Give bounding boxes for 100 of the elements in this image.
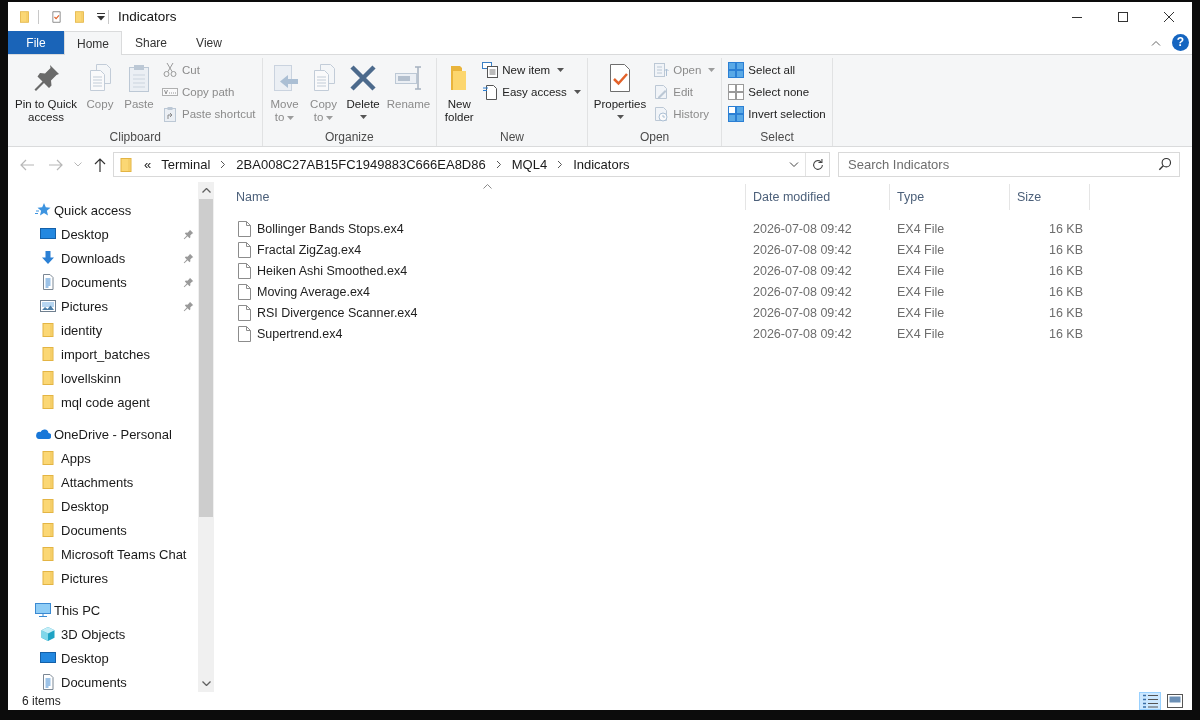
column-header[interactable]: Name xyxy=(229,184,746,210)
help-button[interactable]: ? xyxy=(1172,34,1189,51)
chevron-right-icon[interactable] xyxy=(557,160,564,169)
document-icon xyxy=(40,274,56,290)
folder-icon xyxy=(40,322,56,338)
sidebar-item[interactable]: identity xyxy=(61,322,103,338)
file-row[interactable]: Fractal ZigZag.ex4 2026-07-08 09:42 EX4 File 16 KB xyxy=(229,239,1192,260)
sidebar-item[interactable]: mql code agent xyxy=(61,394,150,410)
breadcrumb-overflow[interactable]: « xyxy=(142,157,154,172)
scissors-icon xyxy=(162,62,178,78)
ribbon-button[interactable]: Pin to Quick access xyxy=(12,59,80,124)
scrollbar[interactable] xyxy=(198,182,214,692)
file-row[interactable]: Supertrend.ex4 2026-07-08 09:42 EX4 File 16 KB xyxy=(229,323,1192,344)
file-icon xyxy=(238,325,251,342)
breadcrumb[interactable]: 2BA008C27AB15FC1949883C666EA8D86 xyxy=(232,157,490,172)
file-row[interactable]: Moving Average.ex4 2026-07-08 09:42 EX4 File 16 KB xyxy=(229,281,1192,302)
file-name: RSI Divergence Scanner.ex4 xyxy=(257,305,418,320)
file-size: 16 KB xyxy=(1048,284,1083,299)
folder-icon xyxy=(40,474,56,490)
ribbon-button[interactable]: New folder xyxy=(440,59,479,124)
ribbon-button[interactable]: Properties xyxy=(590,59,650,119)
sidebar-item[interactable]: Desktop xyxy=(61,498,109,514)
column-header[interactable]: Size xyxy=(1010,184,1090,210)
close-icon xyxy=(1164,11,1174,22)
date-modified: 2026-07-08 09:42 xyxy=(753,305,852,320)
ribbon-tab[interactable]: View xyxy=(180,31,238,54)
group-label: Select xyxy=(759,129,795,146)
folder-icon xyxy=(40,498,56,514)
folder-icon[interactable] xyxy=(73,8,86,25)
folder-icon xyxy=(40,394,56,410)
details-view-button[interactable] xyxy=(1139,692,1161,710)
sidebar-item[interactable]: 3D Objects xyxy=(61,626,126,642)
folder-icon xyxy=(40,570,56,586)
grid-icon xyxy=(728,62,745,78)
sidebar-item[interactable]: Downloads xyxy=(61,250,126,266)
file-size: 16 KB xyxy=(1048,242,1083,257)
chevron-down-icon[interactable] xyxy=(789,161,799,168)
address-bar[interactable]: « Terminal 2BA008C27AB15FC1949883C666EA8D86 MQL4 Indicators xyxy=(113,152,830,177)
half-grid-icon xyxy=(728,106,745,122)
ribbon-button[interactable]: Easy access xyxy=(479,81,584,103)
sidebar-item[interactable]: Documents xyxy=(61,274,127,290)
file-name: Moving Average.ex4 xyxy=(257,284,371,299)
ribbon-button[interactable]: Delete xyxy=(343,59,383,119)
ribbon-button[interactable]: Invert selection xyxy=(725,103,829,125)
checked-page-icon[interactable] xyxy=(50,8,63,25)
sidebar-item[interactable]: OneDrive - Personal xyxy=(54,426,172,442)
folder-icon[interactable] xyxy=(18,8,31,25)
file-icon xyxy=(238,283,251,300)
sidebar-item[interactable]: Pictures xyxy=(61,570,108,586)
chevron-up-icon[interactable] xyxy=(201,188,211,193)
breadcrumb[interactable]: MQL4 xyxy=(507,157,552,172)
sidebar-item[interactable]: Documents xyxy=(61,522,127,538)
sidebar-item[interactable]: Pictures xyxy=(61,298,108,314)
cube-icon xyxy=(40,626,56,642)
folder-icon xyxy=(40,370,56,386)
file-row[interactable]: Heiken Ashi Smoothed.ex4 2026-07-08 09:42 EX4 File 16 KB xyxy=(229,260,1192,281)
sidebar-item[interactable]: import_batches xyxy=(61,346,150,362)
sidebar-item[interactable]: Attachments xyxy=(61,474,134,490)
sidebar-item[interactable]: Documents xyxy=(61,674,127,690)
sidebar-item[interactable]: Microsoft Teams Chat xyxy=(61,546,187,562)
chevron-right-icon[interactable] xyxy=(495,160,502,169)
column-header[interactable]: Type xyxy=(890,184,1010,210)
scrollbar-thumb[interactable] xyxy=(199,199,213,517)
file-type: EX4 File xyxy=(897,221,945,236)
chevron-down-icon[interactable] xyxy=(201,681,211,686)
date-modified: 2026-07-08 09:42 xyxy=(753,326,852,341)
file-row[interactable]: Bollinger Bands Stops.ex4 2026-07-08 09:42 EX4 File 16 KB xyxy=(229,218,1192,239)
ribbon-button[interactable]: Select none xyxy=(725,81,829,103)
arrow-down-icon xyxy=(40,250,56,266)
search-field[interactable]: Search Indicators xyxy=(838,152,1180,177)
file-row[interactable]: RSI Divergence Scanner.ex4 2026-07-08 09:42 EX4 File 16 KB xyxy=(229,302,1192,323)
sidebar-item[interactable]: lovellskinn xyxy=(61,370,121,386)
refresh-icon xyxy=(810,157,825,172)
clock-page-icon xyxy=(653,106,670,122)
ribbon-tab[interactable]: Home xyxy=(64,31,122,55)
monitor-icon xyxy=(40,226,56,242)
large-icons-view-button[interactable] xyxy=(1164,692,1186,710)
chevron-right-icon[interactable] xyxy=(220,160,227,169)
breadcrumb[interactable]: Terminal xyxy=(157,157,215,172)
page-arrow-icon xyxy=(653,62,670,78)
menu-tab[interactable]: File xyxy=(8,31,64,54)
column-header[interactable]: Date modified xyxy=(746,184,890,210)
file-name: Heiken Ashi Smoothed.ex4 xyxy=(257,263,408,278)
file-name: Fractal ZigZag.ex4 xyxy=(257,242,362,257)
ribbon-button[interactable]: Select all xyxy=(725,59,829,81)
details-list-icon xyxy=(1142,694,1158,708)
dropdown-caret-icon[interactable] xyxy=(97,11,105,22)
date-modified: 2026-07-08 09:42 xyxy=(753,284,852,299)
sidebar-item[interactable]: Desktop xyxy=(61,650,109,666)
ribbon-tab[interactable]: Share xyxy=(122,31,180,54)
sidebar-item[interactable]: This PC xyxy=(54,602,101,618)
sidebar-item[interactable]: Desktop xyxy=(61,226,109,242)
sidebar-item[interactable]: Quick access xyxy=(54,202,132,218)
folder-icon xyxy=(118,156,134,173)
file-type: EX4 File xyxy=(897,326,945,341)
arrow-up-icon xyxy=(92,156,108,173)
breadcrumb[interactable]: Indicators xyxy=(569,157,634,172)
ribbon-button[interactable]: New item xyxy=(479,59,584,81)
sidebar-item[interactable]: Apps xyxy=(61,450,91,466)
file-icon xyxy=(238,304,251,321)
